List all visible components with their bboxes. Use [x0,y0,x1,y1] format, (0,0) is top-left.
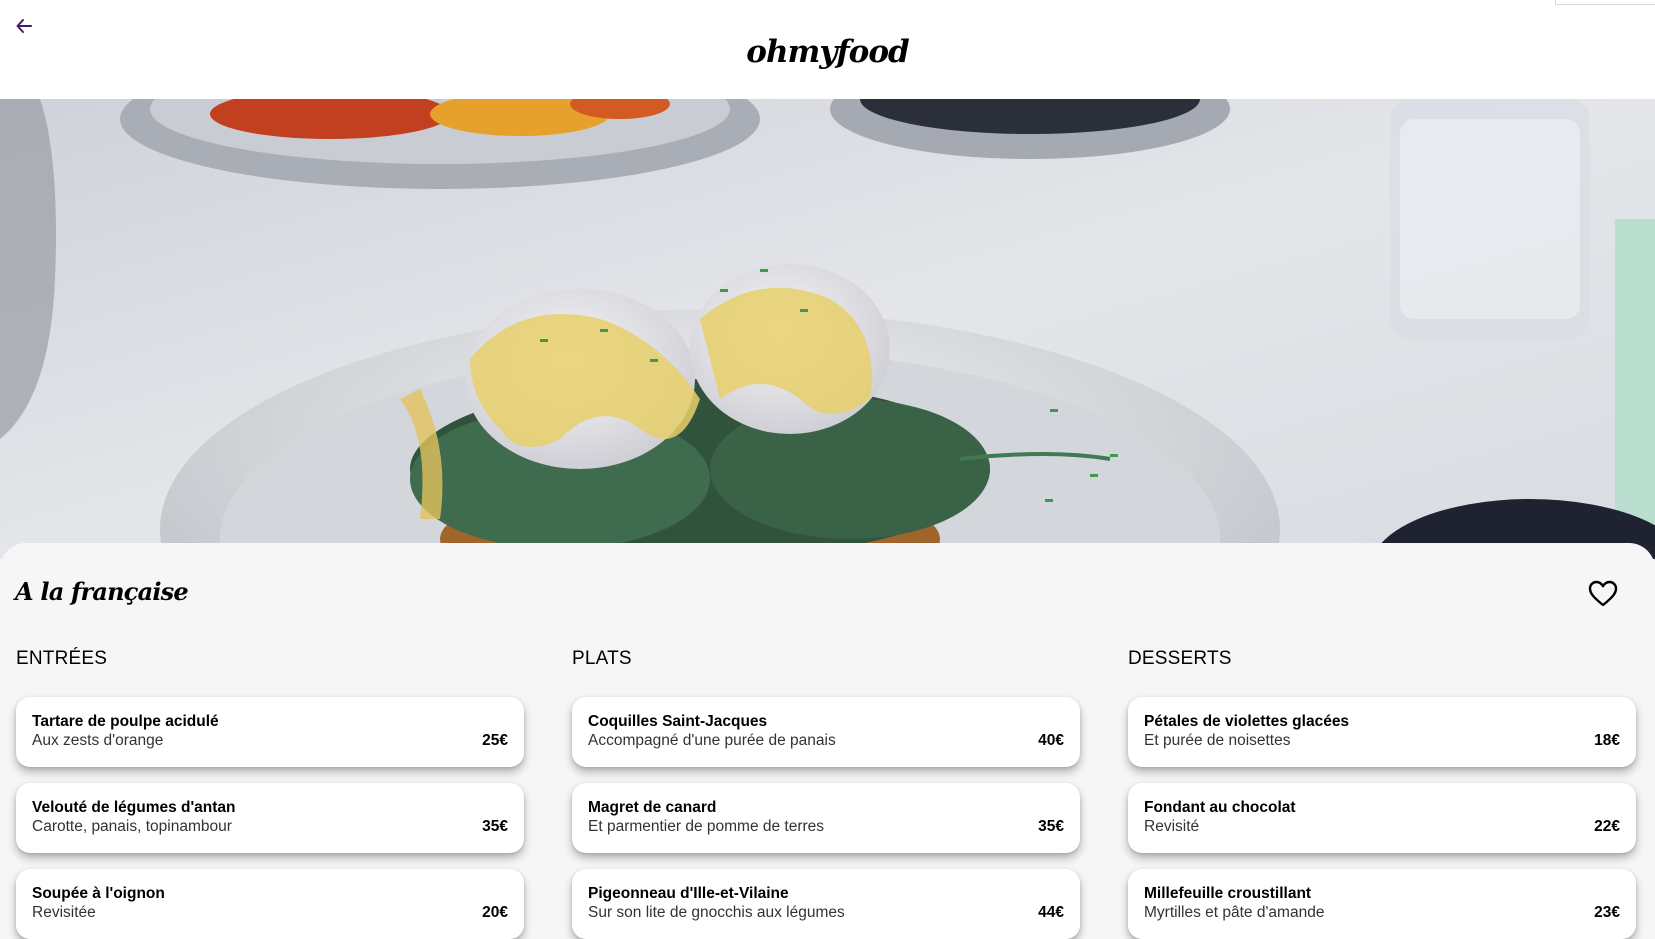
logo[interactable]: ohmyfood [0,34,1655,70]
menu-item-price: 23€ [1594,904,1620,921]
menu-item-name: Millefeuille croustillant [1144,885,1312,902]
section-heading-plats: Plats [572,648,632,669]
menu-item-card[interactable]: Pigeonneau d'Ille-et-Vilaine Sur son lit… [572,869,1080,939]
menu-item-card[interactable]: Soupée à l'oignon Revisitée 20€ [16,869,524,939]
menu-item-description: Sur son lite de gnocchis aux légumes [588,904,845,921]
menu-item-card[interactable]: Pétales de violettes glacées Et purée de… [1128,697,1636,767]
menu-item-price: 35€ [1038,818,1064,835]
food-photo [0,99,1655,559]
menu-item-description: Revisitée [32,904,96,921]
app-header: ohmyfood [0,0,1655,99]
menu-item-card[interactable]: Magret de canard Et parmentier de pomme … [572,783,1080,853]
menu-item-name: Tartare de poulpe acidulé [32,713,219,730]
menu-item-name: Magret de canard [588,799,717,816]
menu-item-card[interactable]: Fondant au chocolat Revisité 22€ [1128,783,1636,853]
heart-outline-icon [1588,580,1618,607]
window-edge [1555,0,1655,5]
menu-item-description: Carotte, panais, topinambour [32,818,232,835]
menu-item-name: Fondant au chocolat [1144,799,1296,816]
section-heading-desserts: Desserts [1128,648,1232,669]
menu-item-description: Et purée de noisettes [1144,732,1291,749]
menu-item-name: Pigeonneau d'Ille-et-Vilaine [588,885,789,902]
menu-item-price: 35€ [482,818,508,835]
menu-item-price: 40€ [1038,732,1064,749]
section-heading-entrees: Entrées [16,648,108,669]
restaurant-title: A la française [15,577,189,606]
menu-item-description: Aux zests d'orange [32,732,164,749]
menu-item-description: Revisité [1144,818,1200,835]
menu-item-price: 20€ [482,904,508,921]
menu-item-name: Velouté de légumes d'antan [32,799,236,816]
menu-item-name: Pétales de violettes glacées [1144,713,1350,730]
menu-item-description: Myrtilles et pâte d'amande [1144,904,1325,921]
menu-item-card[interactable]: Millefeuille croustillant Myrtilles et p… [1128,869,1636,939]
arrow-left-icon [16,19,32,33]
favorite-button[interactable] [1587,578,1619,610]
menu-item-card[interactable]: Coquilles Saint-Jacques Accompagné d'une… [572,697,1080,767]
menu-item-price: 25€ [482,732,508,749]
menu-item-name: Coquilles Saint-Jacques [588,713,768,730]
menu-item-price: 44€ [1038,904,1064,921]
menu-item-name: Soupée à l'oignon [32,885,165,902]
menu-item-price: 22€ [1594,818,1620,835]
menu-item-card[interactable]: Tartare de poulpe acidulé Aux zests d'or… [16,697,524,767]
hero-image [0,99,1655,559]
menu-item-description: Et parmentier de pomme de terres [588,818,825,835]
menu-item-card[interactable]: Velouté de légumes d'antan Carotte, pana… [16,783,524,853]
menu-item-description: Accompagné d'une purée de panais [588,732,836,749]
menu-item-price: 18€ [1594,732,1620,749]
